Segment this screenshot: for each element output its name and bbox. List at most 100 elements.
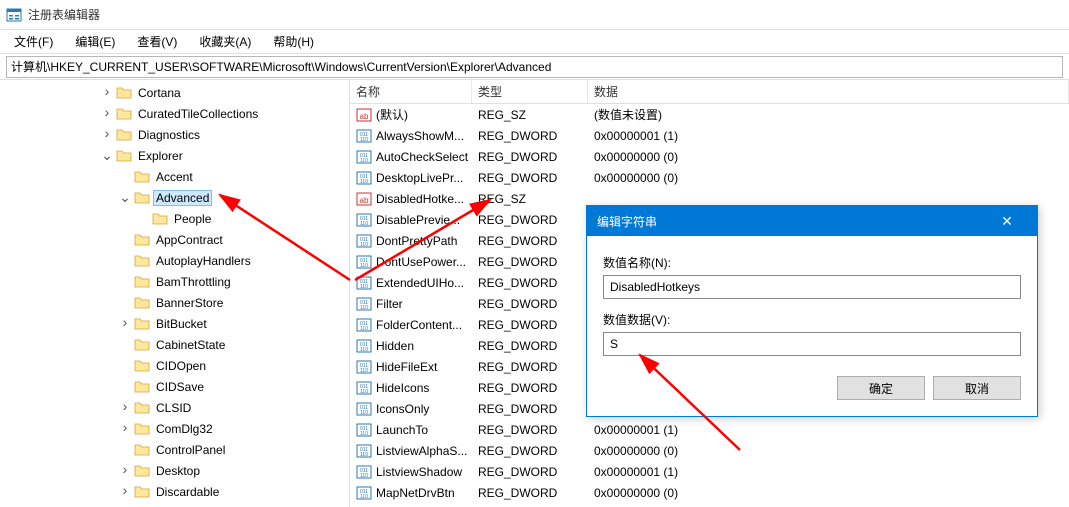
tree-label: Discardable xyxy=(154,485,221,499)
tree-label: AppContract xyxy=(154,233,225,247)
tree-item-accent[interactable]: Accent xyxy=(100,166,349,187)
svg-text:110: 110 xyxy=(360,158,368,164)
svg-text:110: 110 xyxy=(360,179,368,185)
registry-value-row[interactable]: 011110ListviewAlphaS...REG_DWORD0x000000… xyxy=(350,440,1069,461)
value-name: MapNetDrvBtn xyxy=(376,486,455,500)
folder-icon xyxy=(134,379,150,395)
value-type: REG_DWORD xyxy=(472,360,588,374)
chevron-right-icon[interactable] xyxy=(118,484,132,499)
tree-item-desktop[interactable]: Desktop xyxy=(100,460,349,481)
folder-icon xyxy=(116,85,132,101)
folder-icon xyxy=(134,169,150,185)
folder-icon xyxy=(134,442,150,458)
tree-item-diagnostics[interactable]: Diagnostics xyxy=(100,124,349,145)
value-name-input[interactable] xyxy=(603,275,1021,299)
registry-value-row[interactable]: 011110LaunchToREG_DWORD0x00000001 (1) xyxy=(350,419,1069,440)
titlebar: 注册表编辑器 xyxy=(0,0,1069,30)
tree-item-bitbucket[interactable]: BitBucket xyxy=(100,313,349,334)
dialog-titlebar[interactable]: 编辑字符串 ✕ xyxy=(587,206,1037,236)
tree-item-cidopen[interactable]: CIDOpen xyxy=(100,355,349,376)
close-icon[interactable]: ✕ xyxy=(987,213,1027,230)
chevron-right-icon[interactable] xyxy=(118,463,132,478)
svg-text:110: 110 xyxy=(360,221,368,227)
menu-edit[interactable]: 编辑(E) xyxy=(65,31,125,52)
registry-value-row[interactable]: 011110DesktopLivePr...REG_DWORD0x0000000… xyxy=(350,167,1069,188)
chevron-right-icon[interactable] xyxy=(100,127,114,142)
folder-icon xyxy=(134,463,150,479)
address-path[interactable]: 计算机\HKEY_CURRENT_USER\SOFTWARE\Microsoft… xyxy=(6,56,1063,78)
value-data-input[interactable] xyxy=(603,332,1021,356)
value-name: AutoCheckSelect xyxy=(376,150,468,164)
col-header-name[interactable]: 名称 xyxy=(350,80,472,103)
ok-button[interactable]: 确定 xyxy=(837,376,925,400)
folder-icon xyxy=(134,274,150,290)
tree-item-autoplayhandlers[interactable]: AutoplayHandlers xyxy=(100,250,349,271)
folder-icon xyxy=(152,211,168,227)
tree-label: BamThrottling xyxy=(154,275,233,289)
folder-icon xyxy=(134,484,150,500)
menu-help[interactable]: 帮助(H) xyxy=(263,31,324,52)
chevron-down-icon[interactable] xyxy=(118,191,132,205)
svg-text:110: 110 xyxy=(360,494,368,500)
svg-text:110: 110 xyxy=(360,305,368,311)
tree-item-cidsave[interactable]: CIDSave xyxy=(100,376,349,397)
tree-item-people[interactable]: People xyxy=(100,208,349,229)
chevron-right-icon[interactable] xyxy=(118,421,132,436)
registry-value-row[interactable]: 011110ListviewShadowREG_DWORD0x00000001 … xyxy=(350,461,1069,482)
tree-item-appcontract[interactable]: AppContract xyxy=(100,229,349,250)
registry-value-row[interactable]: 011110MapNetDrvBtnREG_DWORD0x00000000 (0… xyxy=(350,482,1069,503)
tree-item-clsid[interactable]: CLSID xyxy=(100,397,349,418)
dword-value-icon: 011110 xyxy=(356,317,372,333)
chevron-down-icon[interactable] xyxy=(100,149,114,163)
menu-file[interactable]: 文件(F) xyxy=(4,31,63,52)
menu-favorites[interactable]: 收藏夹(A) xyxy=(189,31,261,52)
folder-icon xyxy=(134,337,150,353)
dword-value-icon: 011110 xyxy=(356,254,372,270)
tree-item-cabinetstate[interactable]: CabinetState xyxy=(100,334,349,355)
string-value-icon: ab xyxy=(356,107,372,123)
chevron-right-icon[interactable] xyxy=(118,316,132,331)
tree-item-discardable[interactable]: Discardable xyxy=(100,481,349,502)
col-header-type[interactable]: 类型 xyxy=(472,80,588,103)
registry-value-row[interactable]: ab(默认)REG_SZ(数值未设置) xyxy=(350,104,1069,125)
value-type: REG_DWORD xyxy=(472,171,588,185)
chevron-right-icon[interactable] xyxy=(118,400,132,415)
value-type: REG_DWORD xyxy=(472,423,588,437)
tree-item-comdlg32[interactable]: ComDlg32 xyxy=(100,418,349,439)
tree-label: BitBucket xyxy=(154,317,209,331)
tree-item-bamthrottling[interactable]: BamThrottling xyxy=(100,271,349,292)
value-name: ExtendedUIHo... xyxy=(376,276,464,290)
value-data: 0x00000000 (0) xyxy=(588,171,1069,185)
tree-item-controlpanel[interactable]: ControlPanel xyxy=(100,439,349,460)
svg-text:ab: ab xyxy=(360,112,369,121)
menu-view[interactable]: 查看(V) xyxy=(127,31,187,52)
tree-item-bannerstore[interactable]: BannerStore xyxy=(100,292,349,313)
tree-item-explorer[interactable]: Explorer xyxy=(100,145,349,166)
dword-value-icon: 011110 xyxy=(356,149,372,165)
tree-label: Diagnostics xyxy=(136,128,202,142)
tree-label: Desktop xyxy=(154,464,202,478)
registry-value-row[interactable]: 011110AutoCheckSelectREG_DWORD0x00000000… xyxy=(350,146,1069,167)
tree-label: CIDOpen xyxy=(154,359,208,373)
tree-item-advanced[interactable]: Advanced xyxy=(100,187,349,208)
dword-value-icon: 011110 xyxy=(356,359,372,375)
dword-value-icon: 011110 xyxy=(356,338,372,354)
value-type: REG_DWORD xyxy=(472,255,588,269)
chevron-right-icon[interactable] xyxy=(100,106,114,121)
tree-item-curatedtilecollections[interactable]: CuratedTileCollections xyxy=(100,103,349,124)
dword-value-icon: 011110 xyxy=(356,443,372,459)
col-header-data[interactable]: 数据 xyxy=(588,80,1069,103)
tree-label: ComDlg32 xyxy=(154,422,215,436)
registry-value-row[interactable]: 011110AlwaysShowM...REG_DWORD0x00000001 … xyxy=(350,125,1069,146)
tree-item-featureusage[interactable]: FeatureUsage xyxy=(100,502,349,507)
svg-text:110: 110 xyxy=(360,284,368,290)
tree-pane[interactable]: CortanaCuratedTileCollections Diagnostics… xyxy=(0,80,350,507)
cancel-button[interactable]: 取消 xyxy=(933,376,1021,400)
tree-item-cortana[interactable]: Cortana xyxy=(100,82,349,103)
folder-icon xyxy=(134,316,150,332)
edit-string-dialog: 编辑字符串 ✕ 数值名称(N): 数值数据(V): 确定 取消 xyxy=(586,205,1038,417)
folder-icon xyxy=(134,253,150,269)
chevron-right-icon[interactable] xyxy=(100,85,114,100)
dword-value-icon: 011110 xyxy=(356,485,372,501)
value-type: REG_DWORD xyxy=(472,213,588,227)
